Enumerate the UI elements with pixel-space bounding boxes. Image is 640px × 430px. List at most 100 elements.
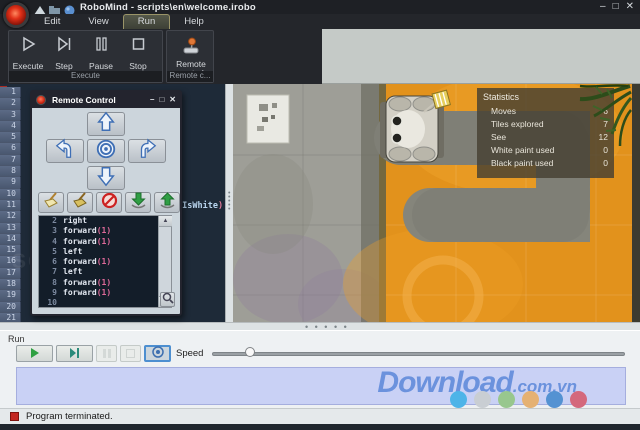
history-line-number: 10 bbox=[39, 298, 57, 308]
remote-control-window[interactable]: Remote Control – □ ✕ bbox=[30, 90, 182, 316]
menu-item[interactable]: Run bbox=[123, 14, 170, 29]
title-bar: RoboMind - scripts\en\welcome.irobo – □ … bbox=[0, 0, 640, 14]
history-row: 5left bbox=[39, 247, 171, 257]
zoom-button[interactable] bbox=[160, 292, 175, 307]
line-number: 10 bbox=[0, 189, 21, 200]
line-number: 2 bbox=[0, 98, 21, 109]
history-line-number: 3 bbox=[39, 226, 57, 236]
remote-close-icon[interactable]: ✕ bbox=[169, 92, 176, 108]
run-step-button[interactable] bbox=[56, 345, 93, 362]
execute-button[interactable]: Execute bbox=[11, 33, 45, 71]
step-button[interactable]: Step bbox=[47, 33, 81, 71]
move-backward-button[interactable] bbox=[87, 166, 125, 190]
arrow-up-icon bbox=[95, 111, 117, 138]
stop-icon bbox=[129, 33, 147, 58]
history-row: 7left bbox=[39, 267, 171, 277]
command-history-list[interactable]: 2right 3forward(1) 4forward(1) 5left 6fo… bbox=[38, 215, 172, 308]
close-icon[interactable]: ✕ bbox=[626, 1, 634, 12]
scroll-up-icon[interactable]: ▲ bbox=[159, 216, 172, 227]
ribbon-toolbar: Execute Step Pause Stop Execute bbox=[0, 29, 640, 84]
speed-slider-handle[interactable] bbox=[245, 347, 255, 357]
play-icon bbox=[30, 345, 40, 363]
speed-slider[interactable] bbox=[212, 352, 625, 356]
statistic-row: Black paint used 0 bbox=[483, 157, 608, 170]
watermark-dot bbox=[474, 391, 491, 408]
line-number: 13 bbox=[0, 223, 21, 234]
robot-map[interactable]: Statistics Moves 6 Tiles explored 7 See … bbox=[233, 84, 632, 322]
remote-minimize-icon[interactable]: – bbox=[150, 92, 154, 108]
run-stop-button[interactable] bbox=[120, 345, 141, 362]
remote-maximize-icon[interactable]: □ bbox=[159, 92, 164, 108]
history-row: 8forward(1) bbox=[39, 278, 171, 288]
history-row: 3forward(1) bbox=[39, 226, 171, 236]
move-forward-button[interactable] bbox=[87, 112, 125, 136]
ribbon-group-label-execute: Execute bbox=[9, 71, 162, 82]
palm-leaves bbox=[532, 84, 632, 156]
ribbon-group-execute: Execute Step Pause Stop Execute bbox=[8, 30, 163, 83]
robot-brush bbox=[432, 90, 450, 108]
remote-stop-button[interactable] bbox=[87, 139, 125, 163]
horizontal-splitter[interactable]: • • • • • bbox=[0, 322, 640, 330]
history-row: 2right bbox=[39, 216, 171, 226]
run-pause-button[interactable] bbox=[96, 345, 117, 362]
magnifier-icon bbox=[162, 291, 174, 309]
remote-window-titlebar[interactable]: Remote Control – □ ✕ bbox=[32, 92, 180, 108]
run-play-button[interactable] bbox=[16, 345, 53, 362]
line-number: 4 bbox=[0, 121, 21, 132]
white-brush-icon bbox=[43, 192, 60, 213]
menu-item[interactable]: Edit bbox=[30, 14, 74, 29]
turn-right-button[interactable] bbox=[128, 139, 166, 163]
remote-window-logo-icon bbox=[36, 95, 46, 105]
pause-icon bbox=[92, 33, 110, 58]
line-number: 8 bbox=[0, 166, 21, 177]
ribbon-group-label-remote: Remote c... bbox=[167, 71, 213, 82]
history-line-number: 5 bbox=[39, 247, 57, 257]
history-row: 6forward(1) bbox=[39, 257, 171, 267]
run-remote-button[interactable] bbox=[144, 345, 171, 362]
line-number: 3 bbox=[0, 110, 21, 121]
menu-item[interactable]: View bbox=[74, 14, 122, 29]
pause-button[interactable]: Pause bbox=[84, 33, 118, 71]
line-number: 21 bbox=[0, 313, 21, 322]
turn-left-button[interactable] bbox=[46, 139, 84, 163]
black-brush-icon bbox=[72, 192, 89, 213]
run-panel: Run Speed Download.com.vn bbox=[0, 330, 640, 408]
line-number: 9 bbox=[0, 177, 21, 188]
map-sign bbox=[247, 95, 289, 143]
ribbon-group-remote: Remote control Remote c... bbox=[166, 30, 214, 83]
menu-item[interactable]: Help bbox=[170, 14, 218, 29]
joystick-icon bbox=[181, 33, 201, 59]
terminated-icon bbox=[10, 412, 19, 421]
watermark-dot bbox=[450, 391, 467, 408]
play-icon bbox=[19, 33, 37, 58]
remote-window-title: Remote Control bbox=[52, 95, 116, 105]
line-number: 6 bbox=[0, 143, 21, 154]
line-number: 18 bbox=[0, 279, 21, 290]
maximize-icon[interactable]: □ bbox=[613, 1, 619, 12]
robomind-logo-icon[interactable] bbox=[3, 2, 29, 28]
ribbon-empty-area bbox=[322, 29, 640, 84]
stop-icon bbox=[126, 345, 135, 363]
speed-label: Speed bbox=[176, 348, 203, 359]
put-down-button[interactable] bbox=[154, 192, 180, 213]
watermark-dots bbox=[450, 391, 587, 408]
run-panel-title: Run bbox=[8, 334, 25, 344]
minimize-icon[interactable]: – bbox=[600, 1, 606, 12]
vertical-splitter[interactable]: ••••• bbox=[225, 84, 233, 322]
paint-white-button[interactable] bbox=[38, 192, 64, 213]
robot bbox=[380, 90, 450, 162]
status-message: Program terminated. bbox=[26, 411, 113, 422]
map-right-edge bbox=[632, 84, 640, 322]
line-number: 5 bbox=[0, 132, 21, 143]
history-line-number: 7 bbox=[39, 267, 57, 277]
stop-painting-button[interactable] bbox=[96, 192, 122, 213]
stop-button[interactable]: Stop bbox=[121, 33, 155, 71]
pick-up-button[interactable] bbox=[125, 192, 151, 213]
line-number: 19 bbox=[0, 290, 21, 301]
green-arrow-up-icon bbox=[159, 192, 176, 214]
history-line-number: 6 bbox=[39, 257, 57, 267]
status-bar: Program terminated. bbox=[0, 408, 640, 424]
paint-black-button[interactable] bbox=[67, 192, 93, 213]
history-line-number: 9 bbox=[39, 288, 57, 298]
watermark-dot bbox=[498, 391, 515, 408]
